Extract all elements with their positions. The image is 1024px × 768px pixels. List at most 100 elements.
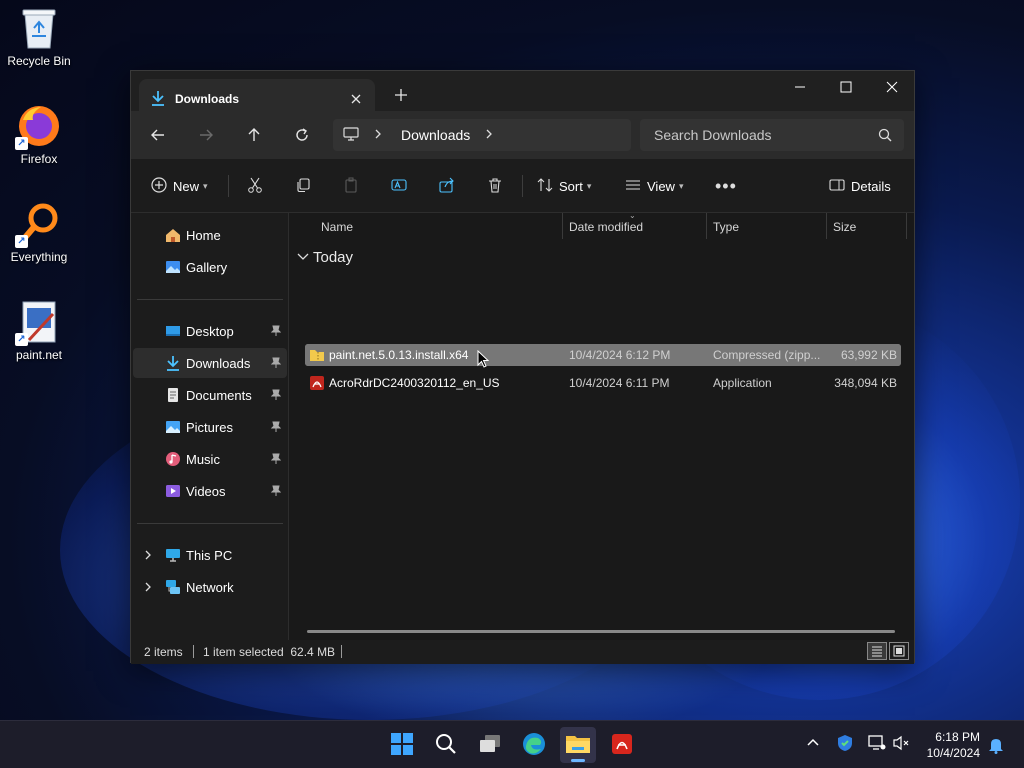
windows-security-shield-icon[interactable] xyxy=(837,734,853,755)
back-button[interactable] xyxy=(145,123,171,147)
rename-button[interactable] xyxy=(391,175,407,197)
forward-button[interactable] xyxy=(193,123,219,147)
file-list: Name Date modified ⌄ Type Size Today pai… xyxy=(289,211,914,640)
column-header-type[interactable]: Type xyxy=(713,213,739,241)
desktop-icon-paint-net[interactable]: ↗ paint.net xyxy=(4,300,74,362)
volume-muted-icon[interactable] xyxy=(893,735,911,754)
zip-folder-icon xyxy=(309,347,325,366)
taskbar-file-explorer-button[interactable] xyxy=(560,727,596,763)
up-button[interactable] xyxy=(241,123,267,147)
shortcut-arrow-icon: ↗ xyxy=(15,333,28,346)
view-button[interactable]: View ▾ xyxy=(625,175,683,197)
status-bar: 2 items 1 item selected 62.4 MB xyxy=(131,640,914,664)
pin-icon xyxy=(270,485,282,500)
cut-button[interactable] xyxy=(247,175,263,197)
sidebar-item-documents[interactable]: Documents xyxy=(133,380,287,410)
close-window-button[interactable] xyxy=(869,71,915,103)
sidebar-item-gallery[interactable]: Gallery xyxy=(133,252,287,282)
pin-icon xyxy=(270,421,282,436)
table-row-selected[interactable]: paint.net.5.0.13.install.x64 10/4/2024 6… xyxy=(305,344,901,366)
file-name: paint.net.5.0.13.install.x64 xyxy=(329,348,469,362)
taskbar-edge-button[interactable] xyxy=(516,727,552,763)
sidebar-item-label: Videos xyxy=(186,484,226,499)
close-tab-icon[interactable] xyxy=(347,90,365,108)
sidebar-item-pictures[interactable]: Pictures xyxy=(133,412,287,442)
scissors-icon xyxy=(247,177,263,196)
folder-icon xyxy=(565,733,591,758)
horizontal-scrollbar[interactable] xyxy=(307,630,895,633)
search-placeholder: Search Downloads xyxy=(654,127,772,143)
trash-icon xyxy=(487,177,503,196)
chevron-right-icon[interactable] xyxy=(484,128,494,142)
refresh-button[interactable] xyxy=(289,123,315,147)
column-header-size[interactable]: Size xyxy=(833,213,856,241)
file-size: 348,094 KB xyxy=(834,376,897,390)
notification-bell-icon[interactable] xyxy=(988,736,1004,757)
command-bar: New ▾ Sort ▾ View ▾ ••• Details xyxy=(131,159,914,213)
share-button[interactable] xyxy=(439,175,455,197)
new-button[interactable]: New ▾ xyxy=(151,175,208,197)
group-label: Today xyxy=(313,249,354,266)
table-row[interactable]: AcroRdrDC2400320112_en_US 10/4/2024 6:11… xyxy=(305,372,901,394)
breadcrumb-downloads[interactable]: Downloads xyxy=(401,127,470,143)
delete-button[interactable] xyxy=(487,175,503,197)
view-list-icon xyxy=(625,177,641,196)
details-pane-icon xyxy=(829,177,845,196)
task-view-button[interactable] xyxy=(472,727,508,763)
chevron-right-icon[interactable] xyxy=(143,581,153,595)
column-divider[interactable] xyxy=(906,213,907,239)
copy-button[interactable] xyxy=(295,175,311,197)
clock-date: 10/4/2024 xyxy=(926,746,980,760)
taskbar-acrobat-button[interactable] xyxy=(604,727,640,763)
chevron-right-icon[interactable] xyxy=(373,128,383,142)
desktop-icon-firefox[interactable]: ↗ Firefox xyxy=(4,104,74,166)
column-divider[interactable] xyxy=(826,213,827,239)
sidebar-item-this-pc[interactable]: This PC xyxy=(133,540,287,570)
search-icon xyxy=(435,733,457,758)
sidebar-item-network[interactable]: Network xyxy=(133,572,287,602)
file-name: AcroRdrDC2400320112_en_US xyxy=(329,376,500,390)
system-clock[interactable]: 6:18 PM 10/4/2024 xyxy=(927,729,980,761)
tiles-view-toggle[interactable] xyxy=(889,642,909,660)
desktop-icon-label: Everything xyxy=(10,250,68,264)
maximize-button[interactable] xyxy=(823,71,869,103)
this-pc-icon xyxy=(165,547,181,563)
documents-icon xyxy=(165,387,181,403)
sidebar-item-music[interactable]: Music xyxy=(133,444,287,474)
sidebar-item-home[interactable]: Home xyxy=(133,220,287,250)
paste-button[interactable] xyxy=(343,175,359,197)
address-bar[interactable]: Downloads xyxy=(333,119,631,151)
start-button[interactable] xyxy=(384,727,420,763)
sidebar-item-label: Gallery xyxy=(186,260,228,275)
minimize-button[interactable] xyxy=(777,71,823,103)
shortcut-arrow-icon: ↗ xyxy=(15,235,28,248)
view-label: View xyxy=(647,178,675,194)
sidebar-item-label: This PC xyxy=(186,548,233,563)
divider xyxy=(193,645,194,658)
group-header-today[interactable]: Today xyxy=(297,249,353,266)
sort-button[interactable]: Sort ▾ xyxy=(537,175,591,197)
desktop-icon-recycle-bin[interactable]: Recycle Bin xyxy=(4,6,74,68)
chevron-right-icon[interactable] xyxy=(143,549,153,563)
sort-label: Sort xyxy=(559,178,583,194)
column-header-name[interactable]: Name xyxy=(321,213,353,241)
search-input[interactable]: Search Downloads xyxy=(640,119,904,151)
sort-chevron-icon: ⌄ xyxy=(629,211,636,220)
new-tab-icon[interactable] xyxy=(391,85,411,105)
sidebar-item-desktop[interactable]: Desktop xyxy=(133,316,287,346)
details-view-toggle[interactable] xyxy=(867,642,887,660)
sidebar-item-downloads[interactable]: Downloads xyxy=(133,348,287,378)
column-divider[interactable] xyxy=(706,213,707,239)
network-status-icon[interactable] xyxy=(868,735,886,754)
mouse-cursor-icon xyxy=(477,349,490,371)
file-size: 63,992 KB xyxy=(840,348,897,362)
taskbar-search-button[interactable] xyxy=(428,727,464,763)
details-pane-button[interactable]: Details xyxy=(829,175,891,197)
share-icon xyxy=(439,177,455,196)
show-hidden-icons-chevron-icon[interactable] xyxy=(806,735,820,752)
column-divider[interactable] xyxy=(562,213,563,239)
copy-icon xyxy=(295,177,311,196)
sidebar-item-videos[interactable]: Videos xyxy=(133,476,287,506)
desktop-icon-everything[interactable]: ↗ Everything xyxy=(4,202,74,264)
more-options-button[interactable]: ••• xyxy=(715,175,737,197)
